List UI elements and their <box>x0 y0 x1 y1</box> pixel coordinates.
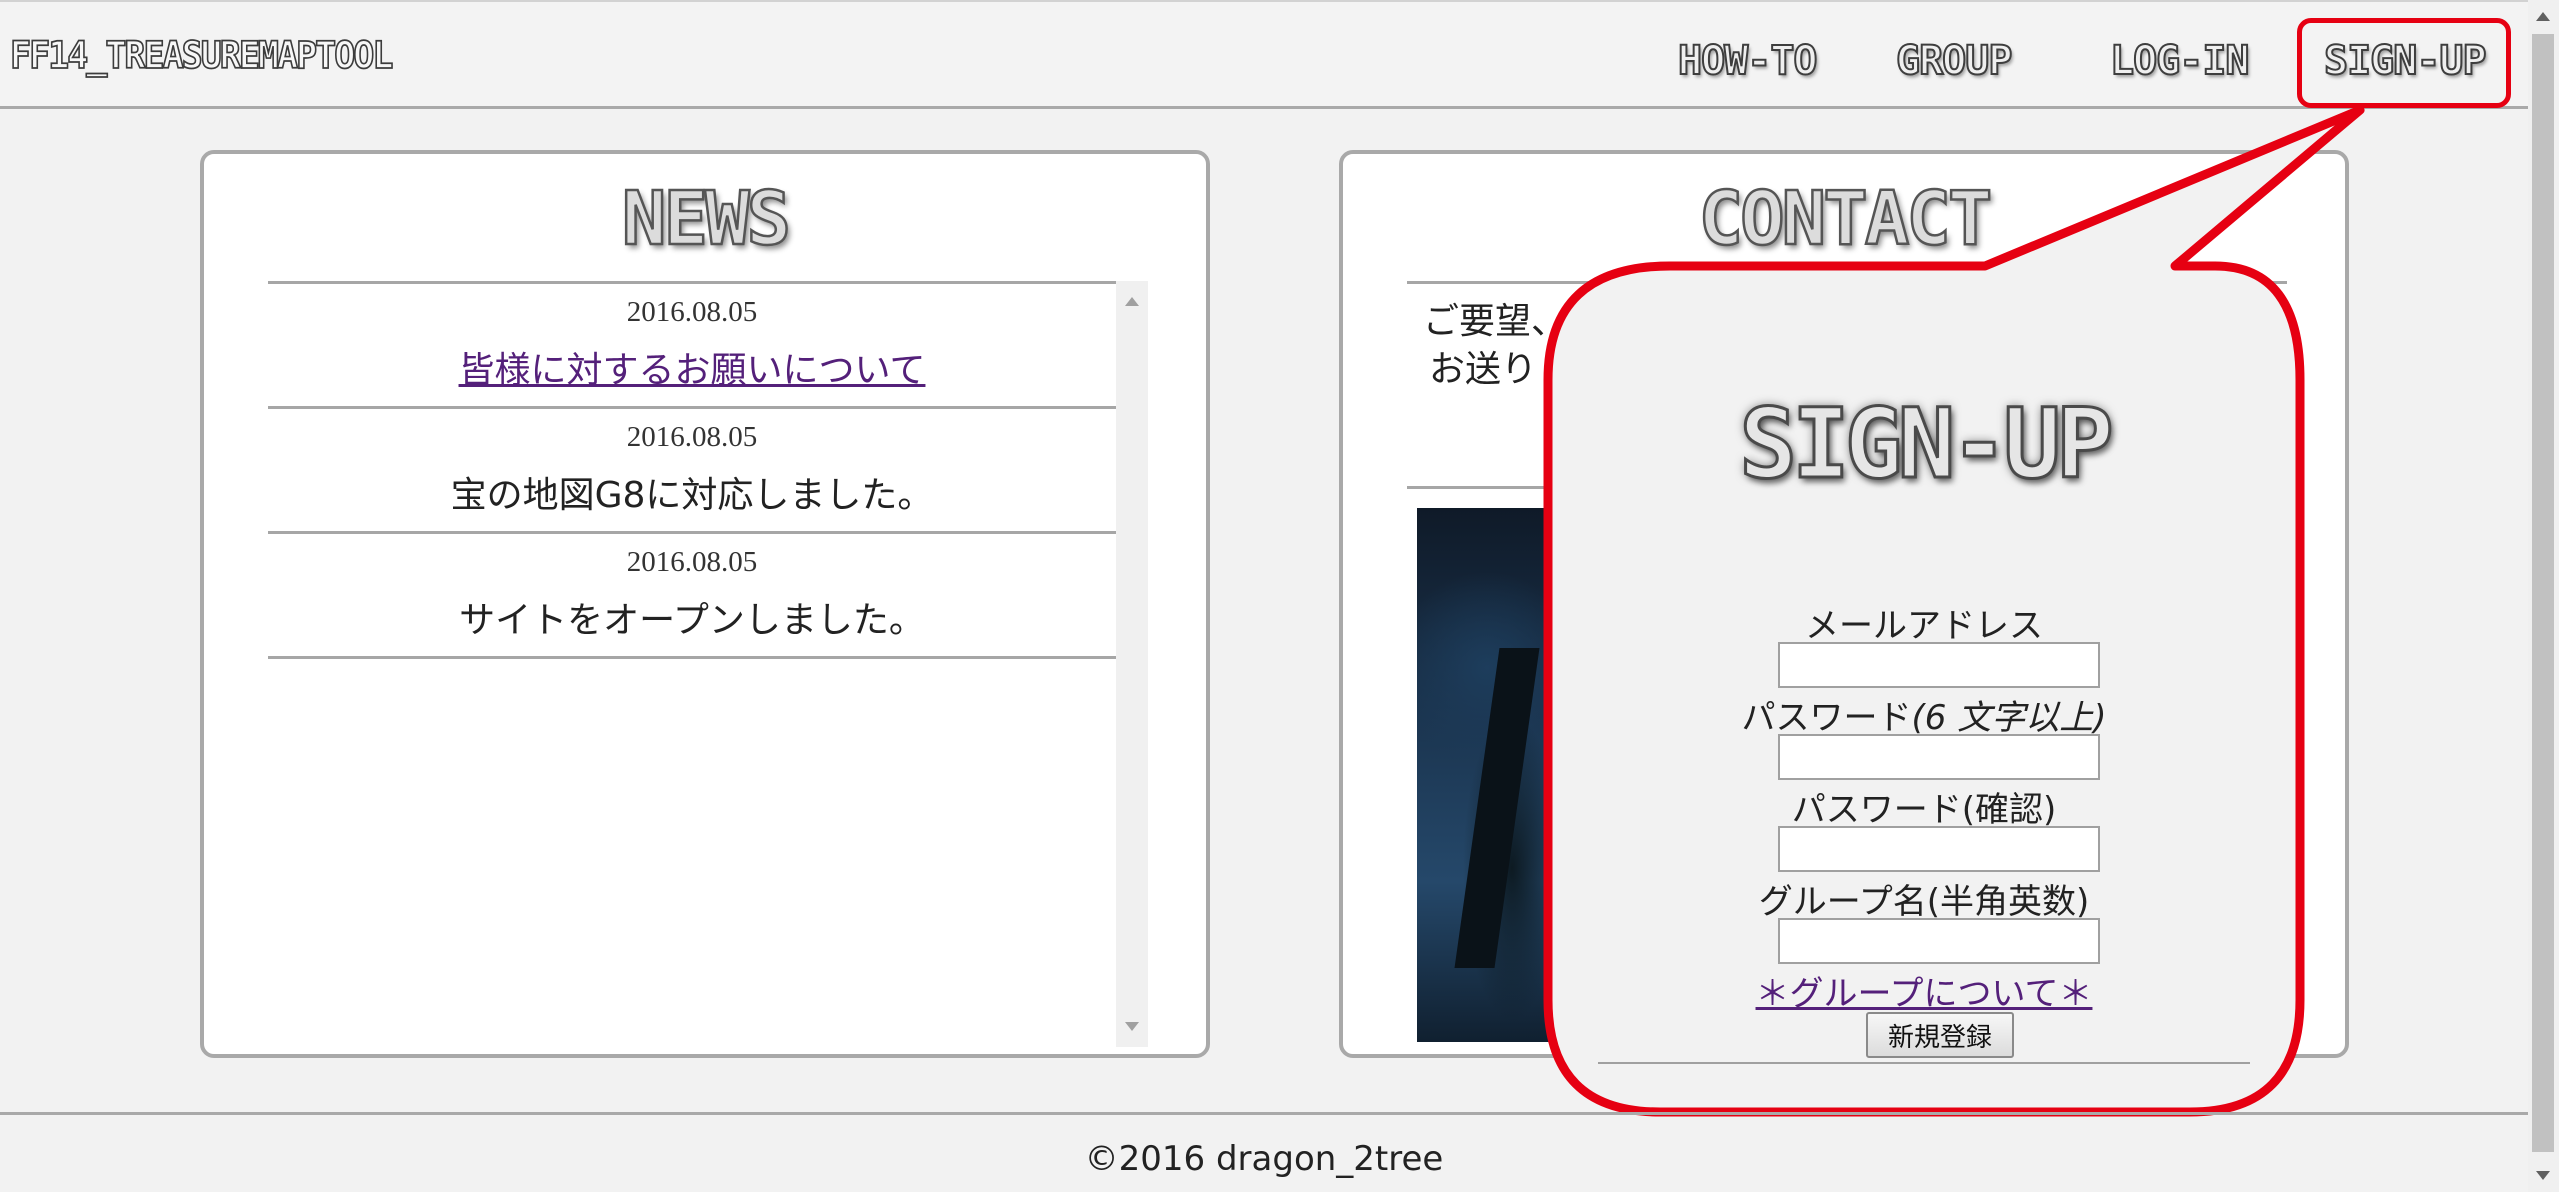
password-label-row: パスワード(6 文字以上) <box>1598 690 2250 739</box>
scroll-down-arrow-icon[interactable] <box>2536 1171 2550 1180</box>
scrollbar-thumb[interactable] <box>2532 34 2554 1152</box>
email-label: メールアドレス <box>1805 606 2043 646</box>
about-group-link[interactable]: ＊グループについて＊ <box>1598 966 2250 1015</box>
page: FF14_TREASUREMAPTOOL HOW-TO GROUP LOG-IN… <box>0 0 2559 1192</box>
group-name-label: グループ名(半角英数) <box>1758 882 2090 922</box>
signup-title: SIGN-UP <box>1738 387 2116 502</box>
email-field[interactable] <box>1778 642 2100 688</box>
scroll-up-arrow-icon[interactable] <box>2536 12 2550 21</box>
signup-highlight-box <box>2297 18 2511 108</box>
password-confirm-label: パスワード(確認) <box>1791 790 2057 830</box>
window-scrollbar[interactable] <box>2528 0 2559 1192</box>
group-name-field[interactable] <box>1778 918 2100 964</box>
form-divider <box>1598 1062 2250 1064</box>
password-hint: (6 文字以上) <box>1911 698 2107 738</box>
password-field[interactable] <box>1778 734 2100 780</box>
password-label: パスワード <box>1741 698 1912 738</box>
register-button[interactable]: 新規登録 <box>1866 1012 2014 1058</box>
password-confirm-field[interactable] <box>1778 826 2100 872</box>
signup-form: SIGN-UP メールアドレス パスワード(6 文字以上) パスワード(確認) … <box>1598 314 2250 1064</box>
copyright-text: ©2016 dragon_2tree <box>1084 1139 1444 1179</box>
footer: ©2016 dragon_2tree <box>0 1112 2528 1192</box>
